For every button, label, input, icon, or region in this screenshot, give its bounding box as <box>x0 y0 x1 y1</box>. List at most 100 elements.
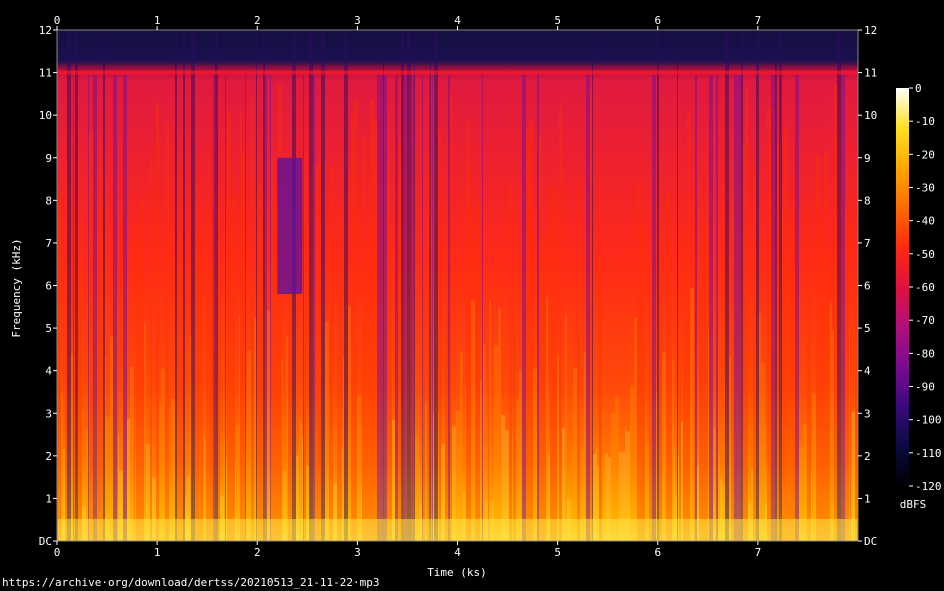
spectrogram-column <box>265 75 267 541</box>
y-tick-right-label: 2 <box>864 450 871 463</box>
spectrogram-column <box>659 221 662 542</box>
spectrogram-column <box>729 356 731 541</box>
source-url: https://archive·org/download/dertss/2021… <box>2 576 380 589</box>
spectrogram-column <box>337 207 341 541</box>
spectrogram-column <box>550 184 554 542</box>
spectrogram-column <box>161 368 165 541</box>
spectrogram-column <box>319 161 321 542</box>
y-tick-left-label: 8 <box>45 194 52 207</box>
spectrogram-column <box>779 30 782 541</box>
spectrogram-column <box>482 75 483 541</box>
y-tick-left-label: 10 <box>39 109 52 122</box>
spectrogram-column <box>828 254 829 541</box>
spectrogram-column <box>509 182 512 542</box>
spectrogram-column <box>89 131 93 541</box>
y-tick-right-label: 5 <box>864 322 871 335</box>
spectrogram-column <box>498 308 501 541</box>
spectrogram-column <box>304 151 306 541</box>
spectrogram-column <box>199 227 203 541</box>
spectrogram-column <box>351 113 354 542</box>
spectrogram-column <box>88 75 89 541</box>
y-axis-left: DC123456789101112 <box>39 24 57 548</box>
spectrogram-column <box>526 130 529 541</box>
spectrogram-column <box>725 30 729 541</box>
y-tick-left-label: 9 <box>45 152 52 165</box>
low-energy-region <box>277 157 303 295</box>
spectrogram-column <box>110 336 113 541</box>
spectrogram-column <box>488 256 489 541</box>
spectrogram-column <box>75 30 78 541</box>
spectrogram-column <box>841 75 845 541</box>
colorbar-tick-label: -50 <box>915 248 935 261</box>
spectrogram-column <box>377 75 380 541</box>
spectrogram-column <box>313 75 315 541</box>
colorbar-tick-label: -110 <box>915 447 942 460</box>
spectrogram-column <box>837 30 841 541</box>
spectrogram-column <box>542 234 546 541</box>
spectrogram-column <box>166 121 169 541</box>
y-tick-left-label: 7 <box>45 237 52 250</box>
spectrogram-column <box>820 275 824 541</box>
spectrogram-column <box>677 30 678 541</box>
spectrogram-column <box>256 30 257 541</box>
spectrogram-column <box>65 173 67 541</box>
colorbar-tick-label: -10 <box>915 115 935 128</box>
spectrogram-column <box>832 330 834 541</box>
spectrogram-column <box>245 75 246 541</box>
spectrogram-column <box>183 30 185 541</box>
spectrogram-column <box>592 30 593 541</box>
spectrogram-column <box>756 30 759 541</box>
spectrogram-column <box>590 92 592 541</box>
spectrogram-column <box>849 329 850 541</box>
spectrogram-column <box>795 75 799 541</box>
spectrogram-column <box>362 137 366 541</box>
spectrogram-column <box>450 93 452 541</box>
spectrogram-column <box>731 198 734 541</box>
spectrogram-column <box>431 191 432 541</box>
spectrogram-column <box>656 391 657 541</box>
spectrogram-column <box>73 75 74 541</box>
spectrogram-column <box>231 279 232 541</box>
spectrogram-column <box>694 209 695 541</box>
spectrogram-column <box>251 95 254 542</box>
spectrogram-column <box>401 30 404 541</box>
spectrogram-column <box>777 141 779 541</box>
spectrogram-column <box>309 30 313 541</box>
colorbar-tick-label: -90 <box>915 381 935 394</box>
spectrogram-column <box>113 75 117 541</box>
spectrogram-column <box>690 288 694 541</box>
spectrogram-plot <box>56 29 859 542</box>
spectrogram-column <box>812 393 816 541</box>
low-frequency-band <box>57 519 858 541</box>
spectrogram-column <box>257 183 261 541</box>
spectrogram-column <box>282 358 283 541</box>
spectrogram-column <box>383 30 384 541</box>
spectrogram-column <box>850 227 851 541</box>
spectrogram-column <box>807 201 811 541</box>
spectrogram-column <box>240 112 242 541</box>
colorbar-ticks: 0 -10 -20 -30 -40 -50 -60 -70 -80 -90 -100 -110 -120 <box>909 82 942 493</box>
x-tick-bottom-label: 5 <box>554 546 561 559</box>
spectrogram-column <box>834 84 837 541</box>
x-tick-bottom-label: 3 <box>354 546 361 559</box>
spectrogram-column <box>325 321 329 541</box>
spectrogram-column <box>427 169 429 541</box>
spectrogram-column <box>74 208 75 542</box>
x-tick-top-label: 2 <box>254 14 261 27</box>
spectrogram-column <box>584 351 586 541</box>
x-tick-bottom-label: 2 <box>254 546 261 559</box>
y-tick-right-label: 8 <box>864 194 871 207</box>
y-tick-left-label: 12 <box>39 24 52 37</box>
spectrogram-column <box>247 350 251 541</box>
spectrogram-column <box>703 219 706 541</box>
colorbar-tick-label: -20 <box>915 148 935 161</box>
spectrogram-column <box>267 309 270 541</box>
colorbar-tick-label: -120 <box>915 480 942 493</box>
spectrogram-column <box>637 183 641 541</box>
spectrogram-column <box>343 357 344 541</box>
spectrogram-column <box>254 318 256 541</box>
spectrogram-column <box>830 302 832 541</box>
y-tick-right-label: DC <box>864 535 877 548</box>
spectrogram-column <box>232 195 235 541</box>
x-tick-top-label: 1 <box>154 14 161 27</box>
